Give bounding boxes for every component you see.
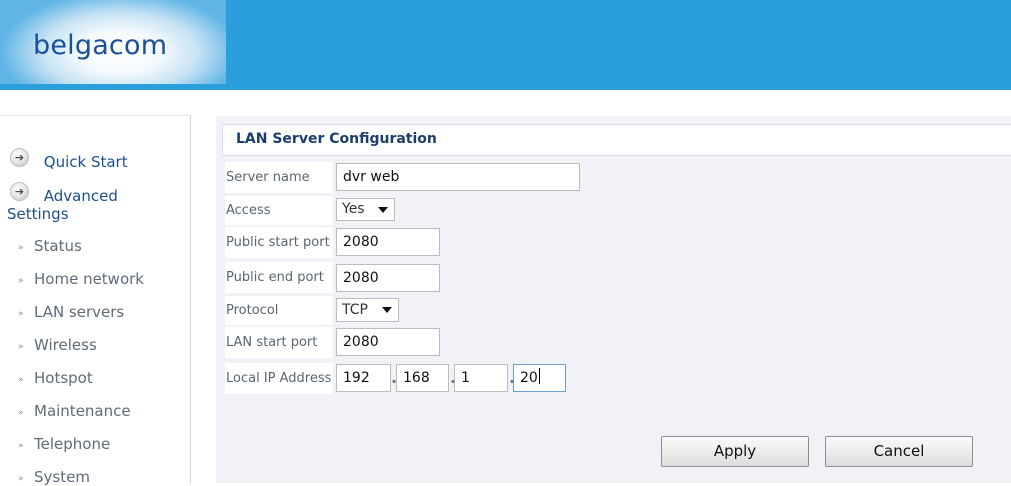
access-activated-value: Yes — [342, 201, 365, 217]
server-name-input[interactable]: dvr web — [336, 163, 580, 191]
chevron-down-icon — [382, 307, 392, 313]
sidebar-item-label: Hotspot — [34, 369, 93, 387]
local-ip-label: Local IP Address — [225, 363, 333, 394]
arrow-circle-icon: ➔ — [10, 182, 29, 201]
arrow-circle-icon: ➔ — [10, 148, 29, 167]
bullet-icon: » — [18, 276, 24, 286]
protocol-select[interactable]: TCP — [336, 298, 399, 322]
logo-text: belgacom — [33, 30, 168, 61]
bullet-icon: » — [18, 342, 24, 352]
lan-start-port-input[interactable]: 2080 — [336, 328, 440, 356]
sidebar-item-label: LAN servers — [34, 303, 125, 321]
access-activated-label: Access activated — [225, 196, 333, 247]
bullet-icon: » — [18, 309, 24, 319]
protocol-label: Protocol — [225, 296, 333, 325]
page-title: LAN Server Configuration — [236, 131, 437, 147]
public-end-port-label: Public end port — [225, 262, 333, 293]
ip-octet-3-input[interactable]: 1 — [454, 364, 508, 392]
sidebar-item-label: System — [34, 468, 90, 486]
apply-button[interactable]: Apply — [661, 436, 809, 467]
server-name-label: Server name — [225, 162, 333, 193]
sidebar-item-label: Status — [34, 237, 82, 255]
sidebar-item-label: Home network — [34, 270, 144, 288]
bullet-icon: » — [18, 375, 24, 385]
ip-octet-4-input[interactable]: 20 — [513, 364, 566, 392]
sidebar-item-system[interactable]: » System — [18, 468, 90, 486]
sidebar-item-label: Quick Start — [43, 153, 128, 171]
protocol-value: TCP — [342, 302, 368, 318]
sidebar-item-label-line2: Settings — [7, 205, 69, 223]
sidebar-item-advanced-settings[interactable]: ➔ Advanced — [10, 182, 180, 205]
lan-start-port-label: LAN start port — [225, 327, 333, 358]
ip-octet-2-input[interactable]: 168 — [396, 364, 449, 392]
sidebar-item-hotspot[interactable]: » Hotspot — [18, 369, 93, 387]
public-start-port-input[interactable]: 2080 — [336, 228, 440, 256]
bullet-icon: » — [18, 408, 24, 418]
access-activated-select[interactable]: Yes — [336, 198, 395, 221]
sidebar-item-home-network[interactable]: » Home network — [18, 270, 144, 288]
sidebar-item-wireless[interactable]: » Wireless — [18, 336, 97, 354]
sidebar-item-status[interactable]: » Status — [18, 237, 82, 255]
sidebar-item-label: Telephone — [34, 435, 111, 453]
sidebar-item-quick-start[interactable]: ➔ Quick Start — [10, 148, 128, 171]
public-start-port-label: Public start port — [225, 227, 333, 258]
public-end-port-input[interactable]: 2080 — [336, 264, 440, 292]
chevron-down-icon — [378, 207, 388, 213]
bullet-icon: » — [18, 243, 24, 253]
ip-octet-1-input[interactable]: 192 — [336, 364, 391, 392]
header-bar: belgacom — [0, 0, 1011, 90]
sidebar-item-label-line1: Advanced — [43, 187, 118, 205]
sidebar-item-maintenance[interactable]: » Maintenance — [18, 402, 131, 420]
bullet-icon: » — [18, 441, 24, 451]
sidebar-item-label: Wireless — [34, 336, 97, 354]
sidebar-item-label: Maintenance — [34, 402, 131, 420]
sidebar-item-lan-servers[interactable]: » LAN servers — [18, 303, 124, 321]
sidebar-item-telephone[interactable]: » Telephone — [18, 435, 110, 453]
text-cursor — [538, 368, 540, 384]
cancel-button[interactable]: Cancel — [825, 436, 973, 467]
belgacom-logo[interactable]: belgacom — [0, 0, 226, 84]
ip-octet-4-value: 20 — [520, 370, 538, 386]
